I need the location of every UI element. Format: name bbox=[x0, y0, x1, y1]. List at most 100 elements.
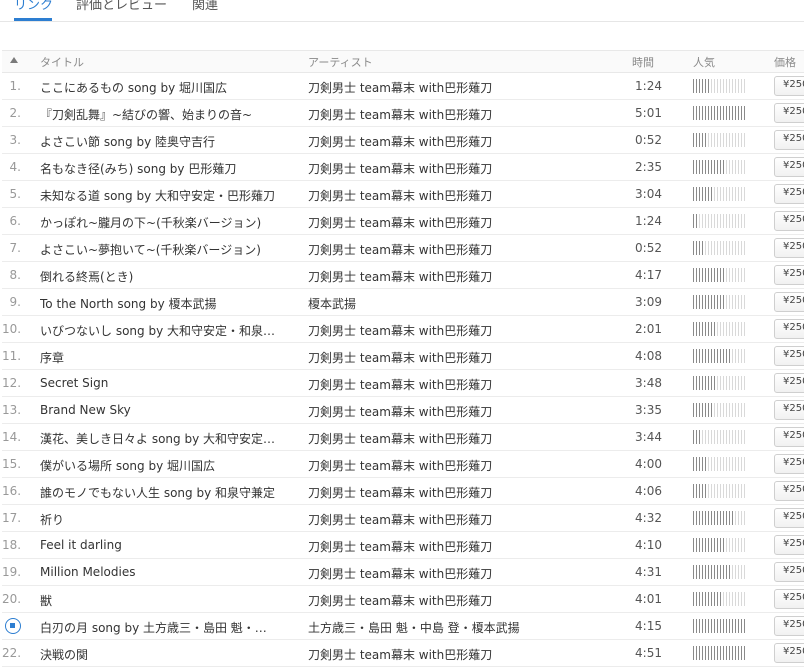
table-row[interactable]: 8. 倒れる終焉(とき) 刀剣男士 team幕末 with巴形薙刀 4:17 ¥250 bbox=[2, 262, 804, 289]
table-row[interactable]: 16. 誰のモノでもない人生 song by 和泉守兼定 刀剣男士 team幕末 w… bbox=[2, 478, 804, 505]
track-title[interactable]: 漢花、美しき日々よ song by 大和守安定・和泉守兼定 bbox=[40, 430, 276, 447]
table-row[interactable]: 11. 序章 刀剣男士 team幕末 with巴形薙刀 4:08 ¥250 bbox=[2, 343, 804, 370]
table-row[interactable]: 19. Million Melodies 刀剣男士 team幕末 with巴形薙刀 4… bbox=[2, 559, 804, 586]
popularity-meter bbox=[693, 214, 746, 228]
track-artist[interactable]: 刀剣男士 team幕末 with巴形薙刀 bbox=[308, 403, 608, 420]
table-row[interactable]: 14. 漢花、美しき日々よ song by 大和守安定・和泉守兼定 刀剣男士 tea… bbox=[2, 424, 804, 451]
table-row[interactable]: 13. Brand New Sky 刀剣男士 team幕末 with巴形薙刀 3:35… bbox=[2, 397, 804, 424]
track-artist[interactable]: 刀剣男士 team幕末 with巴形薙刀 bbox=[308, 646, 608, 663]
buy-price-button[interactable]: ¥250 bbox=[774, 427, 804, 447]
buy-price-button[interactable]: ¥250 bbox=[774, 535, 804, 555]
table-row[interactable]: 4. 名もなき径(みち) song by 巴形薙刀 刀剣男士 team幕末 with… bbox=[2, 154, 804, 181]
buy-price-button[interactable]: ¥250 bbox=[774, 103, 804, 123]
track-title[interactable]: 獣 bbox=[40, 592, 276, 609]
buy-price-button[interactable]: ¥250 bbox=[774, 616, 804, 636]
track-title[interactable]: Feel it darling bbox=[40, 538, 276, 552]
buy-price-button[interactable]: ¥250 bbox=[774, 508, 804, 528]
buy-price-button[interactable]: ¥250 bbox=[774, 238, 804, 258]
track-title[interactable]: 倒れる終焉(とき) bbox=[40, 268, 276, 285]
buy-price-button[interactable]: ¥250 bbox=[774, 400, 804, 420]
buy-price-button[interactable]: ¥250 bbox=[774, 157, 804, 177]
table-row[interactable]: 7. よさこい~夢抱いて~(千秋楽バージョン) 刀剣男士 team幕末 with巴形… bbox=[2, 235, 804, 262]
track-title[interactable]: 白刃の月 song by 土方歳三・島田 魁・中島 登・榎本武揚 bbox=[40, 619, 276, 636]
buy-price-button[interactable]: ¥250 bbox=[774, 319, 804, 339]
track-title[interactable]: 決戦の関 bbox=[40, 646, 276, 663]
track-title[interactable]: Million Melodies bbox=[40, 565, 276, 579]
buy-price-button[interactable]: ¥250 bbox=[774, 76, 804, 96]
column-header-popularity[interactable]: 人気 bbox=[693, 54, 715, 70]
tab-links[interactable]: リンク bbox=[14, 0, 53, 13]
track-artist[interactable]: 榎本武揚 bbox=[308, 295, 608, 312]
now-playing-stop-icon[interactable] bbox=[5, 618, 21, 634]
tab-ratings-reviews[interactable]: 評価とレビュー bbox=[76, 0, 167, 13]
table-row[interactable]: 17. 祈り 刀剣男士 team幕末 with巴形薙刀 4:32 ¥250 bbox=[2, 505, 804, 532]
track-artist[interactable]: 刀剣男士 team幕末 with巴形薙刀 bbox=[308, 376, 608, 393]
table-row[interactable]: 3. よさこい節 song by 陸奥守吉行 刀剣男士 team幕末 with巴形薙… bbox=[2, 127, 804, 154]
table-row[interactable]: 2. 『刀剣乱舞』~結びの響、始まりの音~ 刀剣男士 team幕末 with巴形薙刀… bbox=[2, 100, 804, 127]
track-title[interactable]: ここにあるもの song by 堀川国広 bbox=[40, 79, 276, 96]
buy-price-button[interactable]: ¥250 bbox=[774, 265, 804, 285]
track-title[interactable]: よさこい節 song by 陸奥守吉行 bbox=[40, 133, 276, 150]
tab-related[interactable]: 関連 bbox=[192, 0, 218, 13]
column-header-artist[interactable]: アーティスト bbox=[308, 54, 373, 70]
table-row[interactable]: 6. かっぽれ~朧月の下~(千秋楽バージョン) 刀剣男士 team幕末 with巴形… bbox=[2, 208, 804, 235]
track-artist[interactable]: 刀剣男士 team幕末 with巴形薙刀 bbox=[308, 79, 608, 96]
track-artist[interactable]: 刀剣男士 team幕末 with巴形薙刀 bbox=[308, 430, 608, 447]
buy-price-button[interactable]: ¥250 bbox=[774, 346, 804, 366]
track-title[interactable]: 序章 bbox=[40, 349, 276, 366]
track-title[interactable]: 名もなき径(みち) song by 巴形薙刀 bbox=[40, 160, 276, 177]
track-artist[interactable]: 刀剣男士 team幕末 with巴形薙刀 bbox=[308, 160, 608, 177]
buy-price-button[interactable]: ¥250 bbox=[774, 292, 804, 312]
sort-ascending-icon[interactable] bbox=[10, 57, 18, 63]
track-title[interactable]: かっぽれ~朧月の下~(千秋楽バージョン) bbox=[40, 214, 276, 231]
table-row[interactable]: 1. ここにあるもの song by 堀川国広 刀剣男士 team幕末 with巴形… bbox=[2, 73, 804, 100]
table-row[interactable]: 18. Feel it darling 刀剣男士 team幕末 with巴形薙刀 4:… bbox=[2, 532, 804, 559]
track-title[interactable]: 祈り bbox=[40, 511, 276, 528]
buy-price-button[interactable]: ¥250 bbox=[774, 211, 804, 231]
track-title[interactable]: 『刀剣乱舞』~結びの響、始まりの音~ bbox=[40, 106, 276, 123]
track-artist[interactable]: 刀剣男士 team幕末 with巴形薙刀 bbox=[308, 322, 608, 339]
table-row[interactable]: 12. Secret Sign 刀剣男士 team幕末 with巴形薙刀 3:48 ¥2… bbox=[2, 370, 804, 397]
column-header-title[interactable]: タイトル bbox=[40, 54, 84, 70]
buy-price-button[interactable]: ¥250 bbox=[774, 481, 804, 501]
track-title[interactable]: 僕がいる場所 song by 堀川国広 bbox=[40, 457, 276, 474]
track-title[interactable]: 未知なる道 song by 大和守安定・巴形薙刀 bbox=[40, 187, 276, 204]
track-title[interactable]: 誰のモノでもない人生 song by 和泉守兼定 bbox=[40, 484, 276, 501]
track-artist[interactable]: 刀剣男士 team幕末 with巴形薙刀 bbox=[308, 349, 608, 366]
track-artist[interactable]: 刀剣男士 team幕末 with巴形薙刀 bbox=[308, 187, 608, 204]
popularity-meter bbox=[693, 430, 746, 444]
table-row[interactable]: 5. 未知なる道 song by 大和守安定・巴形薙刀 刀剣男士 team幕末 wi… bbox=[2, 181, 804, 208]
track-title[interactable]: To the North song by 榎本武揚 bbox=[40, 295, 276, 312]
column-header-price[interactable]: 価格 bbox=[774, 54, 796, 70]
track-artist[interactable]: 刀剣男士 team幕末 with巴形薙刀 bbox=[308, 511, 608, 528]
table-row[interactable]: 白刃の月 song by 土方歳三・島田 魁・中島 登・榎本武揚 土方歳三・島田 … bbox=[2, 613, 804, 640]
buy-price-button[interactable]: ¥250 bbox=[774, 130, 804, 150]
column-header-time[interactable]: 時間 bbox=[632, 54, 654, 70]
track-artist[interactable]: 刀剣男士 team幕末 with巴形薙刀 bbox=[308, 565, 608, 582]
track-artist[interactable]: 刀剣男士 team幕末 with巴形薙刀 bbox=[308, 214, 608, 231]
buy-price-button[interactable]: ¥250 bbox=[774, 562, 804, 582]
table-row[interactable]: 15. 僕がいる場所 song by 堀川国広 刀剣男士 team幕末 with巴形… bbox=[2, 451, 804, 478]
track-artist[interactable]: 刀剣男士 team幕末 with巴形薙刀 bbox=[308, 457, 608, 474]
table-row[interactable]: 9. To the North song by 榎本武揚 榎本武揚 3:09 ¥250 bbox=[2, 289, 804, 316]
track-title[interactable]: Brand New Sky bbox=[40, 403, 276, 417]
buy-price-button[interactable]: ¥250 bbox=[774, 373, 804, 393]
track-artist[interactable]: 刀剣男士 team幕末 with巴形薙刀 bbox=[308, 538, 608, 555]
track-artist[interactable]: 刀剣男士 team幕末 with巴形薙刀 bbox=[308, 106, 608, 123]
track-artist[interactable]: 刀剣男士 team幕末 with巴形薙刀 bbox=[308, 268, 608, 285]
track-artist[interactable]: 刀剣男士 team幕末 with巴形薙刀 bbox=[308, 484, 608, 501]
buy-price-button[interactable]: ¥250 bbox=[774, 643, 804, 663]
table-row[interactable]: 22. 決戦の関 刀剣男士 team幕末 with巴形薙刀 4:51 ¥250 bbox=[2, 640, 804, 667]
track-title[interactable]: よさこい~夢抱いて~(千秋楽バージョン) bbox=[40, 241, 276, 258]
buy-price-button[interactable]: ¥250 bbox=[774, 454, 804, 474]
buy-price-button[interactable]: ¥250 bbox=[774, 589, 804, 609]
buy-price-button[interactable]: ¥250 bbox=[774, 184, 804, 204]
table-row[interactable]: 20. 獣 刀剣男士 team幕末 with巴形薙刀 4:01 ¥250 bbox=[2, 586, 804, 613]
track-title[interactable]: Secret Sign bbox=[40, 376, 276, 390]
track-artist[interactable]: 刀剣男士 team幕末 with巴形薙刀 bbox=[308, 592, 608, 609]
track-artist[interactable]: 土方歳三・島田 魁・中島 登・榎本武揚 bbox=[308, 619, 608, 636]
track-artist[interactable]: 刀剣男士 team幕末 with巴形薙刀 bbox=[308, 133, 608, 150]
track-title[interactable]: いびつないし song by 大和守安定・和泉守兼定 bbox=[40, 322, 276, 339]
track-artist[interactable]: 刀剣男士 team幕末 with巴形薙刀 bbox=[308, 241, 608, 258]
table-row[interactable]: 10. いびつないし song by 大和守安定・和泉守兼定 刀剣男士 team幕末… bbox=[2, 316, 804, 343]
